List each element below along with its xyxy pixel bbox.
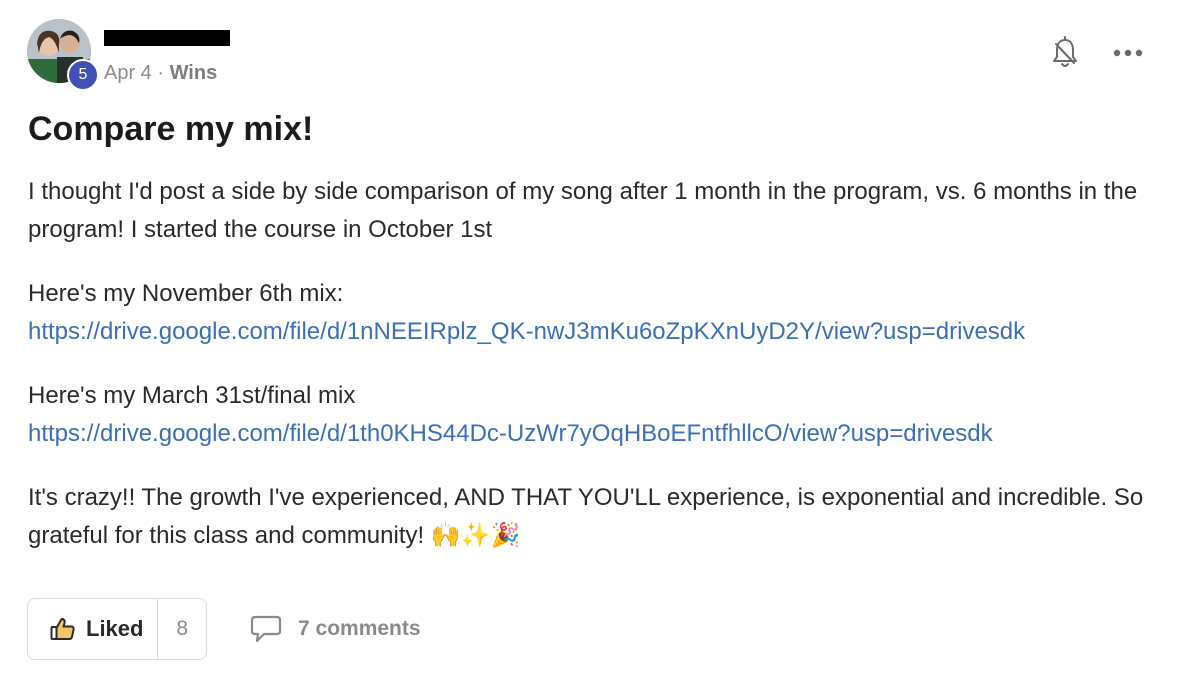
meta-separator: · [157, 62, 165, 84]
post-category[interactable]: Wins [170, 62, 218, 84]
bell-off-icon[interactable] [1050, 36, 1080, 70]
author-name[interactable] [104, 30, 230, 47]
post-meta: Apr 4 · Wins [104, 62, 217, 85]
post-paragraph-intro: I thought I'd post a side by side compar… [28, 178, 1138, 243]
like-button[interactable]: Liked [28, 599, 159, 659]
post-title: Compare my mix! [28, 110, 314, 148]
like-label: Liked [86, 616, 144, 641]
level-badge: 5 [67, 59, 99, 91]
nov-mix-link[interactable]: https://drive.google.com/file/d/1nNEEIRp… [28, 318, 1025, 345]
more-horizontal-icon[interactable] [1112, 42, 1144, 64]
author-name-redaction [104, 30, 230, 46]
comments-label: 7 comments [298, 617, 421, 640]
comments-button[interactable]: 7 comments [250, 614, 421, 644]
thumbs-up-icon [50, 618, 75, 640]
mar-mix-link[interactable]: https://drive.google.com/file/d/1th0KHS4… [28, 420, 993, 447]
post-body: I thought I'd post a side by side compar… [28, 173, 1178, 555]
post-paragraph-mar-label: Here's my March 31st/final mix [28, 382, 356, 409]
post-card: 5 Apr 4 · Wins Compare my mix! I thought… [0, 0, 1200, 676]
post-paragraph-closing: It's crazy!! The growth I've experienced… [28, 484, 1144, 549]
post-paragraph-nov-label: Here's my November 6th mix: [28, 280, 344, 307]
author-avatar-wrap[interactable]: 5 [27, 19, 99, 91]
comment-bubble-icon [250, 615, 282, 643]
post-date[interactable]: Apr 4 [104, 62, 152, 84]
like-count[interactable]: 8 [158, 617, 206, 641]
like-control: Liked 8 [27, 598, 207, 660]
